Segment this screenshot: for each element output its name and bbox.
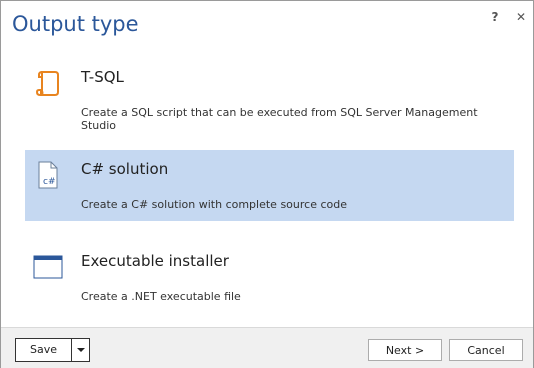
csharp-icon-text: c# bbox=[43, 177, 56, 187]
cancel-button[interactable]: Cancel bbox=[449, 339, 523, 361]
close-button[interactable]: ✕ bbox=[513, 9, 529, 25]
dialog-title: Output type bbox=[12, 12, 139, 36]
option-executable-installer[interactable]: Executable installer Create a .NET execu… bbox=[25, 242, 514, 313]
dialog-footer: Save Next > Cancel bbox=[1, 327, 533, 368]
option-description: Create a SQL script that can be executed… bbox=[81, 106, 478, 132]
scroll-icon bbox=[33, 68, 63, 98]
window-icon bbox=[33, 252, 63, 282]
option-description: Create a C# solution with complete sourc… bbox=[81, 198, 347, 211]
option-title: T-SQL bbox=[81, 68, 124, 86]
option-description: Create a .NET executable file bbox=[81, 290, 241, 303]
option-title: C# solution bbox=[81, 160, 169, 178]
option-csharp-solution[interactable]: c# C# solution Create a C# solution with… bbox=[25, 150, 514, 221]
help-button[interactable]: ? bbox=[487, 9, 503, 25]
option-title: Executable installer bbox=[81, 252, 229, 270]
save-split-button: Save bbox=[15, 338, 90, 362]
save-button[interactable]: Save bbox=[16, 339, 72, 361]
next-button[interactable]: Next > bbox=[368, 339, 442, 361]
option-tsql[interactable]: T-SQL Create a SQL script that can be ex… bbox=[25, 58, 514, 132]
output-type-dialog: Output type ? ✕ T-SQL Create a SQL scrip… bbox=[0, 0, 534, 368]
save-dropdown-arrow-icon[interactable] bbox=[72, 339, 89, 361]
csharp-file-icon: c# bbox=[33, 160, 63, 190]
